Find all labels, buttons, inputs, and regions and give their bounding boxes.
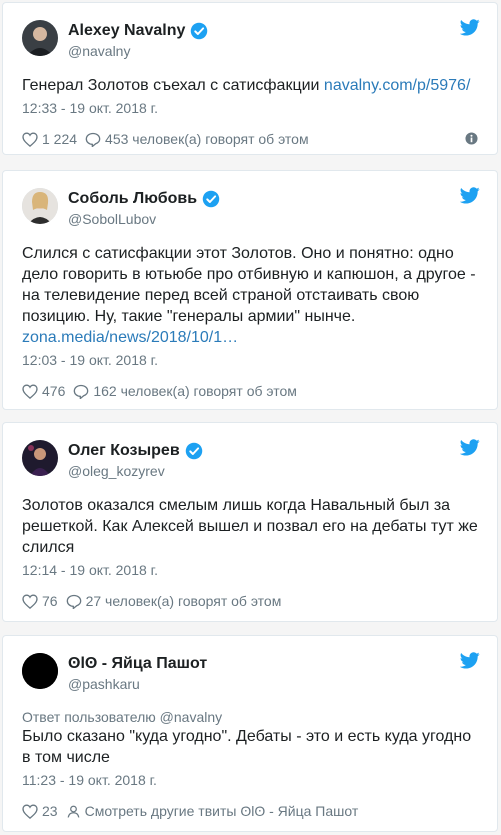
- author-handle[interactable]: @navalny: [68, 43, 130, 59]
- like-button[interactable]: 1 224: [22, 131, 77, 147]
- tweet-card: Alexey Navalny @navalny Генерал Золотов …: [2, 2, 498, 155]
- tweet-timestamp[interactable]: 12:33 - 19 окт. 2018 г.: [3, 99, 497, 117]
- tweet-text-body: Генерал Золотов съехал с сатисфакции: [22, 77, 324, 94]
- tweet-header: Alexey Navalny @navalny: [3, 3, 497, 63]
- tweet-timestamp[interactable]: 11:23 - 19 окт. 2018 г.: [3, 771, 497, 789]
- avatar[interactable]: [22, 440, 58, 476]
- heart-icon: [22, 593, 38, 609]
- reply-button[interactable]: 162 человек(а) говорят об этом: [73, 383, 297, 399]
- tweet-text-body: Золотов оказался смелым лишь когда Навал…: [22, 497, 478, 556]
- like-count: 76: [42, 593, 58, 609]
- heart-icon: [22, 383, 38, 399]
- tweet-actions: 1 224 453 человек(а) говорят об этом: [3, 129, 497, 149]
- verified-badge-icon: [185, 442, 202, 460]
- tweet-text-body: Было сказано "куда угодно". Дебаты - это…: [22, 728, 472, 766]
- tweet-header: Олег Козырев @oleg_kozyrev: [3, 423, 497, 483]
- tweet-actions: 476 162 человек(а) говорят об этом: [3, 381, 497, 401]
- like-button[interactable]: 476: [22, 383, 65, 399]
- reply-count: 453 человек(а) говорят об этом: [105, 131, 309, 147]
- tweet-card: ʘlʘ - Яйца Пашот @pashkaru Ответ пользов…: [2, 635, 498, 832]
- verified-badge-icon: [191, 22, 208, 40]
- tweet-actions: 76 27 человек(а) говорят об этом: [3, 591, 497, 611]
- author-name-text[interactable]: Олег Козырев: [68, 442, 180, 460]
- person-icon: [67, 805, 80, 818]
- tweet-card: Соболь Любовь @SobolLubov Слился с сатис…: [2, 170, 498, 410]
- heart-icon: [22, 131, 38, 147]
- avatar[interactable]: [22, 20, 58, 56]
- author-name[interactable]: ʘlʘ - Яйца Пашот: [68, 655, 207, 673]
- author-name-text[interactable]: ʘlʘ - Яйца Пашот: [68, 655, 207, 673]
- verified-badge-icon: [202, 190, 220, 208]
- speech-bubble-icon: [66, 594, 81, 609]
- author-name[interactable]: Олег Козырев: [68, 442, 203, 460]
- avatar[interactable]: [22, 653, 58, 689]
- tweet-text-body: Слился с сатисфакции этот Золотов. Оно и…: [22, 245, 476, 325]
- like-count: 1 224: [42, 131, 78, 147]
- tweet-text: Золотов оказался смелым лишь когда Навал…: [3, 495, 497, 558]
- tweet-timestamp[interactable]: 12:14 - 19 окт. 2018 г.: [3, 561, 497, 579]
- author-handle[interactable]: @oleg_kozyrev: [68, 463, 165, 479]
- more-tweets-label: Смотреть другие твиты ʘlʘ - Яйца Пашот: [84, 803, 359, 819]
- tweet-card: Олег Козырев @oleg_kozyrev Золотов оказа…: [2, 422, 498, 622]
- tweet-timestamp[interactable]: 12:03 - 19 окт. 2018 г.: [3, 351, 497, 369]
- tweet-header: ʘlʘ - Яйца Пашот @pashkaru: [3, 636, 497, 696]
- like-count: 23: [42, 803, 58, 819]
- reply-count: 27 человек(а) говорят об этом: [85, 593, 282, 609]
- info-icon[interactable]: [465, 132, 478, 145]
- reply-button[interactable]: 27 человек(а) говорят об этом: [66, 593, 282, 609]
- tweet-text: Было сказано "куда угодно". Дебаты - это…: [3, 726, 497, 768]
- tweet-link[interactable]: zona.media/news/2018/10/1…: [22, 329, 238, 346]
- reply-to-label[interactable]: Ответ пользователю @navalny: [3, 708, 497, 726]
- twitter-bird-icon[interactable]: [460, 439, 480, 456]
- twitter-bird-icon[interactable]: [460, 19, 480, 36]
- author-name-text[interactable]: Alexey Navalny: [68, 22, 185, 40]
- author-handle[interactable]: @SobolLubov: [68, 211, 156, 227]
- like-button[interactable]: 23: [22, 803, 58, 819]
- tweet-text: Генерал Золотов съехал с сатисфакции nav…: [3, 75, 497, 96]
- more-tweets-link[interactable]: Смотреть другие твиты ʘlʘ - Яйца Пашот: [66, 803, 359, 819]
- like-count: 476: [42, 383, 66, 399]
- twitter-bird-icon[interactable]: [460, 187, 480, 204]
- reply-count: 162 человек(а) говорят об этом: [93, 383, 297, 399]
- speech-bubble-icon: [85, 132, 101, 147]
- tweet-header: Соболь Любовь @SobolLubov: [3, 171, 497, 231]
- author-handle[interactable]: @pashkaru: [68, 676, 140, 692]
- like-button[interactable]: 76: [22, 593, 58, 609]
- tweet-text: Слился с сатисфакции этот Золотов. Оно и…: [3, 243, 497, 348]
- tweet-link[interactable]: navalny.com/p/5976/: [324, 77, 470, 94]
- heart-icon: [22, 803, 38, 819]
- reply-button[interactable]: 453 человек(а) говорят об этом: [85, 131, 309, 147]
- twitter-bird-icon[interactable]: [460, 652, 480, 669]
- author-name-text[interactable]: Соболь Любовь: [68, 190, 197, 208]
- speech-bubble-icon: [74, 384, 89, 399]
- avatar[interactable]: [22, 188, 58, 224]
- author-name[interactable]: Alexey Navalny: [68, 22, 208, 40]
- author-name[interactable]: Соболь Любовь: [68, 190, 220, 208]
- tweet-actions: 23 Смотреть другие твиты ʘlʘ - Яйца Пашо…: [3, 801, 497, 821]
